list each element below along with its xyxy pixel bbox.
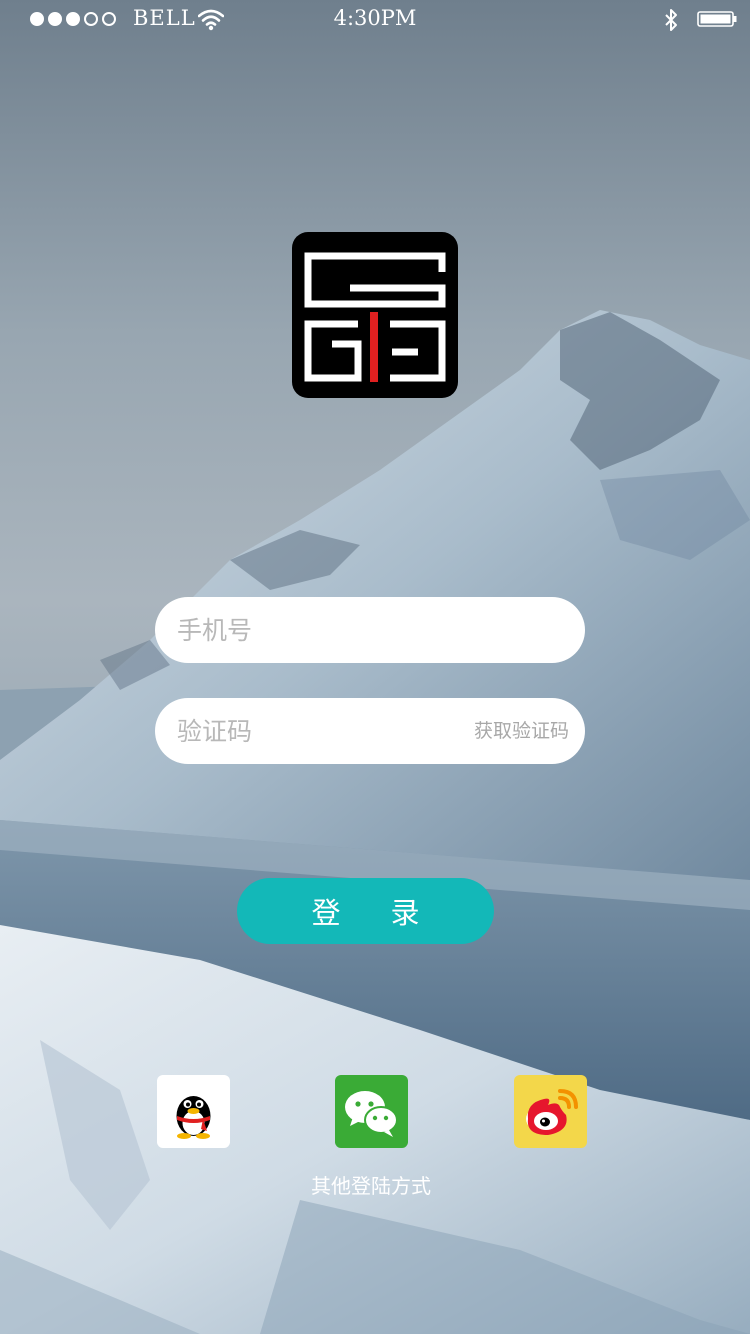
login-button[interactable]: 登录 — [237, 878, 494, 944]
verification-code-input[interactable] — [177, 698, 447, 764]
get-code-button[interactable]: 获取验证码 — [474, 698, 569, 764]
phone-input[interactable] — [177, 597, 567, 663]
bluetooth-icon — [665, 9, 677, 31]
battery-icon — [697, 11, 737, 27]
wechat-icon — [335, 1075, 408, 1148]
login-screen: BELL 4:30PM 获取验证码 — [0, 0, 750, 1334]
weibo-icon — [514, 1075, 587, 1148]
status-bar: BELL 4:30PM — [0, 0, 750, 40]
other-login-methods-label: 其他登陆方式 — [311, 1174, 431, 1198]
phone-field[interactable] — [155, 597, 585, 663]
qq-icon — [157, 1075, 230, 1148]
weibo-login-button[interactable] — [514, 1075, 587, 1148]
status-time: 4:30PM — [333, 6, 417, 30]
app-logo — [292, 232, 458, 398]
wechat-login-button[interactable] — [335, 1075, 408, 1148]
verification-code-field[interactable]: 获取验证码 — [155, 698, 585, 764]
qq-login-button[interactable] — [157, 1075, 230, 1148]
